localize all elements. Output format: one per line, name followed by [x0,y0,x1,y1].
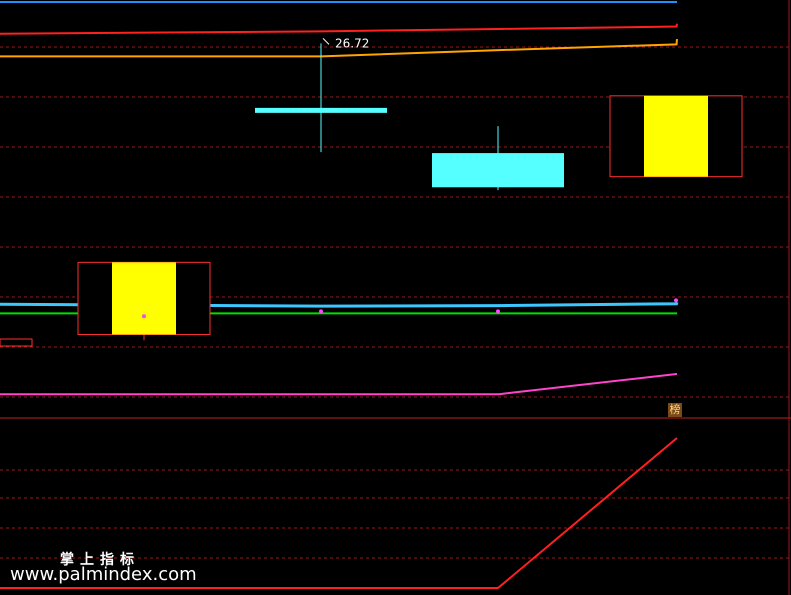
series-marker [674,298,678,303]
chart-stage: 26.72 掌上指标 www.palmindex.com 榜 [0,0,791,595]
annotation-pointer [322,38,330,45]
left-marker-box [0,338,33,347]
series-marker [496,309,500,314]
series-marker [142,314,146,319]
candle-body [255,107,387,113]
annotation-label: 26.72 [335,36,369,50]
candle-body [112,262,176,335]
series-line [0,23,678,35]
series-marker [319,309,323,314]
series-line [0,372,677,396]
watermark-url: www.palmindex.com [10,564,197,585]
candlestick-chart: 26.72 [0,0,791,595]
candle-body [432,153,564,188]
indicator-badge: 榜 [668,403,682,417]
candle-body [644,95,708,177]
